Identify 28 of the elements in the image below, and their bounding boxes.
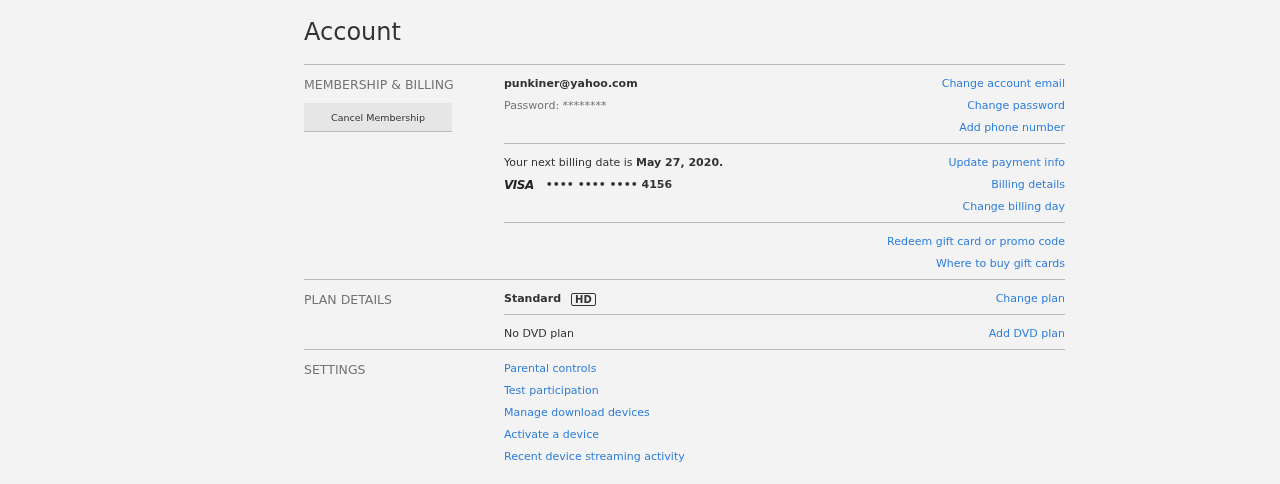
visa-logo: VISA: [504, 177, 534, 194]
page-title: Account: [304, 17, 402, 48]
cancel-membership-button[interactable]: Cancel Membership: [304, 103, 452, 131]
action-link[interactable]: Redeem gift card or promo code: [887, 235, 1065, 248]
section-label: PLAN DETAILS: [304, 291, 393, 309]
action-link[interactable]: Add DVD plan: [988, 327, 1065, 340]
settings-link[interactable]: Manage download devices: [504, 406, 650, 419]
action-link[interactable]: Change password: [967, 99, 1065, 112]
action-link[interactable]: Update payment info: [948, 156, 1065, 169]
action-link[interactable]: Add phone number: [959, 121, 1065, 134]
billing-date-text: Your next billing date is May 27, 2020.: [504, 155, 724, 171]
section-label: MEMBERSHIP & BILLING: [304, 76, 455, 94]
settings-link[interactable]: Recent device streaming activity: [504, 450, 685, 463]
settings-link[interactable]: Parental controls: [504, 362, 597, 375]
settings-link[interactable]: Test participation: [504, 384, 599, 397]
plan-text: No DVD plan: [504, 326, 574, 342]
action-link[interactable]: Where to buy gift cards: [935, 257, 1065, 270]
hd-badge: HD: [571, 292, 596, 306]
plan-name: Standard: [504, 291, 562, 307]
action-link[interactable]: Change billing day: [962, 200, 1065, 213]
action-link[interactable]: Change account email: [941, 77, 1065, 90]
card-number: •••• •••• •••• 4156: [545, 177, 673, 193]
settings-link[interactable]: Activate a device: [504, 428, 599, 441]
password-text: Password: ********: [504, 98, 608, 114]
action-link[interactable]: Change plan: [995, 292, 1065, 305]
account-email: punkiner@yahoo.com: [504, 76, 638, 92]
action-link[interactable]: Billing details: [991, 178, 1065, 191]
section-label: SETTINGS: [304, 361, 367, 379]
